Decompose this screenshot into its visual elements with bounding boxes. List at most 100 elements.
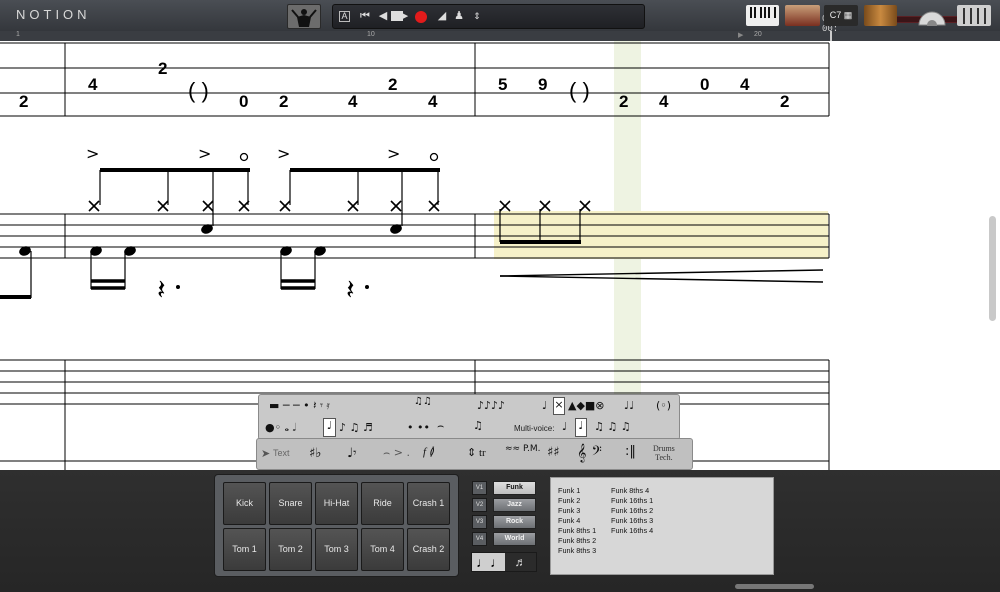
voice-button-v3[interactable]: V3 (472, 515, 487, 529)
pattern-item[interactable]: Funk 1 (558, 486, 580, 495)
voice-button-v1[interactable]: V1 (472, 481, 487, 495)
quarter-notes-icon[interactable]: ♩♩ (476, 553, 504, 571)
tab-number: 2 (388, 75, 397, 94)
ruler-marker-icon: ▶ (738, 32, 744, 39)
pattern-item[interactable]: Funk 2 (558, 496, 580, 505)
notehead-types-icon[interactable]: ▲◆■⊗ (568, 399, 605, 412)
conductor-icon[interactable] (287, 4, 321, 29)
mixer-faders-icon[interactable] (957, 5, 991, 26)
fretboard-icon[interactable] (864, 5, 897, 26)
app-title: NOTION (16, 7, 91, 22)
open-hihat-mark (239, 152, 249, 162)
mixer-image-icon[interactable] (785, 5, 820, 26)
ruler-mark: 1 (16, 31, 20, 38)
chord-icon[interactable]: C7 ▦ (824, 5, 858, 26)
rest-palette-icon[interactable]: ▬ ─ ─ • 𝄽 𝄾 𝄿 (269, 399, 330, 413)
accent-mark: > (198, 144, 211, 163)
beam-icon[interactable]: ♫ (473, 419, 483, 432)
ornaments-icon[interactable]: ⇕ tr (467, 446, 486, 459)
pattern-item[interactable]: Funk 16ths 4 (611, 526, 653, 535)
pad-tom-1[interactable]: Tom 1 (223, 528, 266, 571)
duration-palette-icon[interactable]: ●◦ 𝅝 𝅗𝅥 (265, 421, 296, 435)
pad-kick[interactable]: Kick (223, 482, 266, 525)
pattern-item[interactable]: Funk 16ths 3 (611, 516, 653, 525)
quarter-note-icon[interactable]: ♩ (323, 418, 336, 437)
tab-number: 2 (19, 92, 28, 111)
pattern-item[interactable]: Funk 8ths 4 (611, 486, 649, 495)
tempo-arrows-icon[interactable]: ⇕ (470, 9, 484, 23)
tab-number: 4 (88, 75, 98, 94)
pad-ride[interactable]: Ride (361, 482, 404, 525)
horizontal-scrollbar[interactable] (735, 584, 814, 589)
open-hihat-mark (429, 152, 439, 162)
playhead-marker[interactable] (830, 31, 832, 41)
record-icon[interactable] (415, 11, 427, 23)
short-durations-icon[interactable]: ♪ ♫ ♬ (339, 421, 373, 434)
accidentals-icon[interactable]: ♯♭ (309, 446, 321, 461)
clef-icon[interactable]: 𝄞 𝄢 (577, 443, 602, 463)
pad-crash-1[interactable]: Crash 1 (407, 482, 450, 525)
style-button-world[interactable]: World (493, 532, 536, 546)
tab-number: 4 (740, 75, 750, 94)
note-rest-icon[interactable]: ♩𝄾 (347, 446, 357, 461)
pattern-item[interactable]: Funk 4 (558, 516, 580, 525)
pattern-item[interactable]: Funk 3 (558, 506, 580, 515)
pad-crash-2[interactable]: Crash 2 (407, 528, 450, 571)
sixteenth-notes-icon[interactable]: ♬ (505, 553, 536, 571)
x-notehead-icon[interactable]: × (553, 397, 565, 415)
tab-number: ( ) (569, 78, 590, 103)
tab-number: 4 (659, 92, 669, 111)
style-button-rock[interactable]: Rock (493, 515, 536, 529)
dynamics-icon[interactable]: f ≬ (423, 445, 434, 458)
tremolo-icon[interactable]: ≈≈ P.M. (505, 444, 540, 454)
tab-number: 0 (700, 75, 709, 94)
multi-voice-icon[interactable]: ♫ ♫ ♫ (594, 420, 631, 433)
articulations-icon[interactable]: ⌢ > . (383, 446, 410, 460)
dots-icon[interactable]: • •• (407, 421, 430, 434)
metronome-icon[interactable]: ♟ (452, 9, 466, 23)
pad-tom-2[interactable]: Tom 2 (269, 528, 312, 571)
pattern-list: Funk 1 Funk 2 Funk 3 Funk 4 Funk 8ths 1 … (550, 477, 774, 575)
notehead-type-icon[interactable]: ♩ (542, 399, 547, 412)
voice-button-v2[interactable]: V2 (472, 498, 487, 512)
text-tool[interactable]: Text (273, 448, 290, 458)
pattern-item[interactable]: Funk 8ths 2 (558, 536, 596, 545)
parenthesis-icon[interactable]: (◦) (656, 399, 671, 412)
play-icon[interactable]: ▶ (397, 9, 411, 23)
drums-tech-tool[interactable]: Drums Tech. (653, 444, 675, 462)
vertical-scrollbar[interactable] (989, 216, 996, 321)
pad-tom-4[interactable]: Tom 4 (361, 528, 404, 571)
volume-icon[interactable]: ◢ (435, 9, 449, 23)
rewind-start-icon[interactable]: ⏮ (358, 9, 372, 23)
style-button-jazz[interactable]: Jazz (493, 498, 536, 512)
pad-tom-3[interactable]: Tom 3 (315, 528, 358, 571)
note-value-toggle[interactable]: ♩♩ ♬ (471, 552, 537, 572)
pattern-item[interactable]: Funk 16ths 1 (611, 496, 653, 505)
gear-icon[interactable] (915, 5, 949, 30)
count-in-icon[interactable]: A (339, 11, 350, 22)
pattern-item[interactable]: Funk 8ths 1 (558, 526, 596, 535)
key-signature-icon[interactable]: ♯♯ (547, 445, 560, 460)
voice-up-icon[interactable]: ♩ (562, 420, 567, 433)
grace-notes-icon[interactable]: ♪♪♪♪ (477, 399, 505, 412)
barline-icon[interactable]: :‖ (625, 444, 636, 459)
tab-number: 2 (780, 92, 789, 111)
tie-icon[interactable]: ⌢ (437, 419, 444, 433)
rest-symbol: 𝄽 (346, 273, 355, 306)
slash-icon[interactable]: ♩♩ (624, 399, 634, 412)
keyboard-icon[interactable] (746, 5, 779, 26)
pad-snare[interactable]: Snare (269, 482, 312, 525)
tab-number: 2 (279, 92, 288, 111)
accent-mark: > (86, 144, 99, 163)
pattern-item[interactable]: Funk 8ths 3 (558, 546, 596, 555)
style-button-funk[interactable]: Funk (493, 481, 536, 495)
tools-palette: ➤ Text ♯♭ ♩𝄾 ⌢ > . f ≬ ⇕ tr ≈≈ P.M. ♯♯ 𝄞… (256, 438, 693, 470)
drum-pad-panel: Kick Snare Hi-Hat Ride Crash 1 Tom 1 Tom… (0, 470, 1000, 592)
step-back-icon[interactable]: ◀ (376, 9, 390, 23)
voice-button-v4[interactable]: V4 (472, 532, 487, 546)
voice-down-icon[interactable]: ♩ (575, 418, 587, 437)
cursor-icon[interactable]: ➤ (261, 447, 270, 460)
pattern-item[interactable]: Funk 16ths 2 (611, 506, 653, 515)
pad-hi-hat[interactable]: Hi-Hat (315, 482, 358, 525)
tuplet-icon[interactable]: ♫♫ (414, 396, 432, 407)
